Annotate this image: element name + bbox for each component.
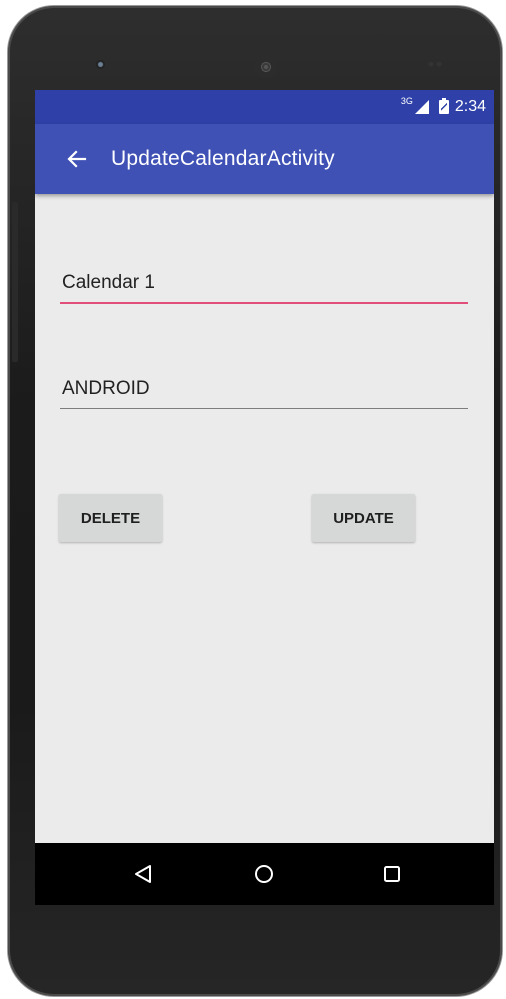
account-type-underline xyxy=(60,408,468,409)
device-screen: 3G 2:34 UpdateCalendarActivity DELETE UP… xyxy=(35,90,494,905)
side-volume-key xyxy=(12,202,18,362)
triangle-back-icon xyxy=(135,865,151,883)
calendar-name-underline xyxy=(60,302,468,304)
status-bar: 3G 2:34 xyxy=(35,90,494,124)
status-time: 2:34 xyxy=(454,98,486,115)
network-type-label: 3G xyxy=(400,96,413,106)
calendar-name-field xyxy=(60,272,468,304)
status-indicators: 3G 2:34 xyxy=(401,90,486,124)
page-title: UpdateCalendarActivity xyxy=(111,147,335,170)
app-toolbar: UpdateCalendarActivity xyxy=(35,124,494,194)
calendar-name-input[interactable] xyxy=(60,272,468,302)
circle-home-icon xyxy=(255,865,273,883)
proximity-sensor xyxy=(428,62,442,67)
earpiece-speaker xyxy=(255,56,277,78)
battery-charging-icon xyxy=(438,98,449,114)
nav-back-button[interactable] xyxy=(113,843,173,905)
nav-home-button[interactable] xyxy=(234,843,294,905)
account-type-field xyxy=(60,378,468,409)
square-recents-icon xyxy=(384,866,400,882)
update-button[interactable]: UPDATE xyxy=(312,494,415,542)
nav-recents-button[interactable] xyxy=(362,843,422,905)
delete-button[interactable]: DELETE xyxy=(59,494,162,542)
account-type-input[interactable] xyxy=(60,378,468,408)
front-camera xyxy=(96,60,105,69)
signal-icon xyxy=(414,100,429,114)
arrow-left-icon xyxy=(67,150,87,168)
toolbar-back-button[interactable] xyxy=(49,131,105,187)
system-nav-bar xyxy=(35,843,494,905)
